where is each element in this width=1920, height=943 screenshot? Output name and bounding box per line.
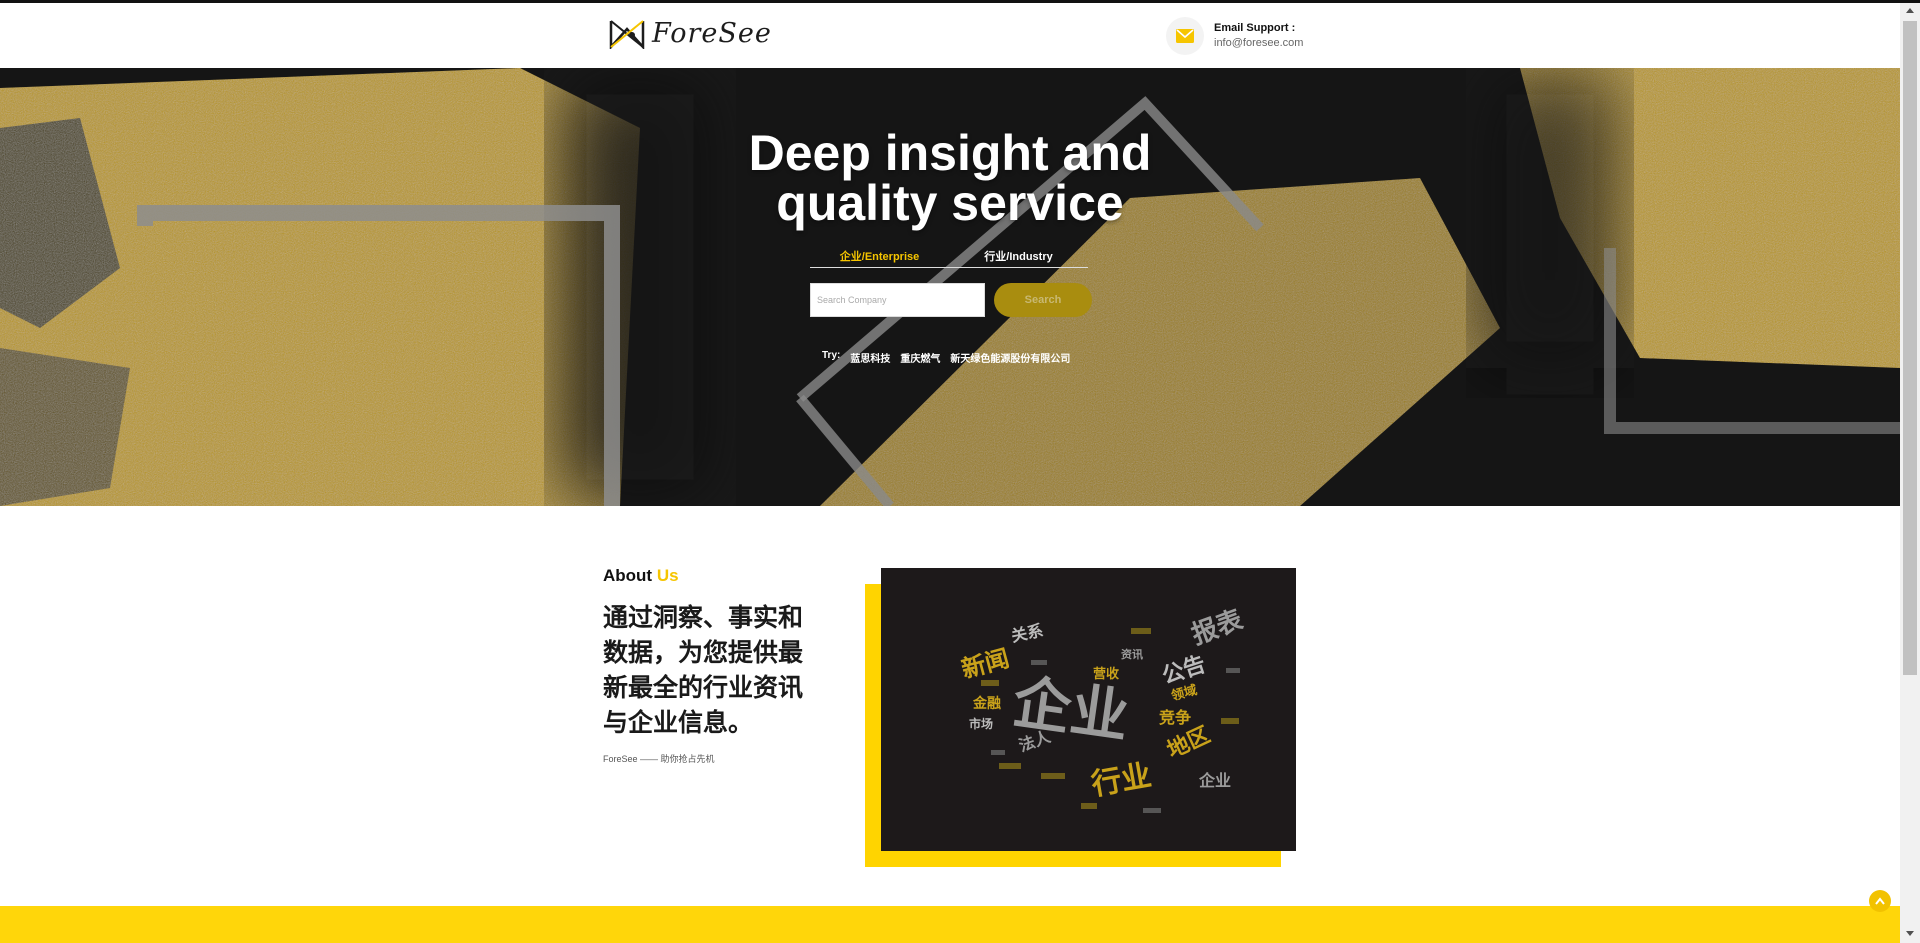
page: ForeSee Email Support : info@foresee.com: [0, 0, 1920, 943]
mail-icon-circle: [1166, 17, 1204, 55]
email-support-address[interactable]: info@foresee.com: [1214, 36, 1303, 51]
cloud-word: 竞争: [1159, 708, 1191, 727]
scroll-down-arrow-icon[interactable]: [1904, 927, 1916, 939]
page-scrollbar[interactable]: [1900, 3, 1920, 943]
cloud-word: 企业: [1198, 771, 1231, 790]
search-button[interactable]: Search: [994, 283, 1092, 317]
hero-title-line-1: Deep insight and: [748, 125, 1152, 181]
about-heading-accent: Us: [656, 566, 679, 585]
about-subline: ForeSee —— 助你抢占先机: [603, 754, 715, 764]
scrollbar-thumb[interactable]: [1903, 21, 1917, 675]
brand-name: ForeSee: [652, 17, 772, 49]
foresee-logo-icon: [609, 20, 645, 49]
cloud-word: 资讯: [1121, 647, 1143, 661]
tab-enterprise[interactable]: 企业/Enterprise: [810, 248, 949, 267]
hero-title: Deep insight and quality service: [650, 128, 1250, 228]
about-heading: About Us: [603, 566, 679, 586]
envelope-icon: [1176, 29, 1194, 43]
footer-yellow-band: [0, 906, 1900, 943]
brand-logo[interactable]: ForeSee: [608, 17, 772, 49]
company-search-input[interactable]: [810, 283, 985, 317]
cloud-word: 市场: [969, 716, 993, 731]
site-header: ForeSee Email Support : info@foresee.com: [0, 3, 1900, 68]
try-label: Try:: [822, 350, 841, 361]
try-link-xintian-green-energy[interactable]: 新天绿色能源股份有限公司: [950, 350, 1070, 365]
about-heading-main: About: [603, 566, 653, 585]
china-map-word-cloud: 企业 行业 新闻 报表 公告 地区 关系 竞争 法人 金融 市场 领域 营收 资…: [881, 568, 1296, 851]
search-type-tabs: 企业/Enterprise 行业/Industry: [810, 248, 1088, 268]
try-link-chongqing-gas[interactable]: 重庆燃气: [900, 350, 940, 365]
tab-industry[interactable]: 行业/Industry: [949, 248, 1088, 267]
about-section: About Us 通过洞察、事实和数据，为您提供最新最全的行业资讯与企业信息。 …: [0, 506, 1900, 906]
about-body-text: 通过洞察、事实和数据，为您提供最新最全的行业资讯与企业信息。: [603, 603, 804, 737]
chevron-up-icon: [1875, 897, 1885, 905]
cloud-word: 金融: [972, 695, 1001, 712]
hero-banner: Deep insight and quality service 企业/Ente…: [0, 68, 1900, 506]
email-support-label: Email Support :: [1214, 22, 1296, 34]
cloud-word: 营收: [1093, 666, 1120, 682]
word-cloud-image: 企业 行业 新闻 报表 公告 地区 关系 竞争 法人 金融 市场 领域 营收 资…: [881, 568, 1296, 851]
scroll-up-arrow-icon[interactable]: [1904, 5, 1916, 17]
back-to-top-button[interactable]: [1869, 890, 1891, 912]
hero-title-line-2: quality service: [776, 175, 1124, 231]
try-link-lens[interactable]: 蓝思科技: [850, 350, 890, 365]
try-suggestions: Try: 蓝思科技 重庆燃气 新天绿色能源股份有限公司: [822, 350, 1070, 365]
email-support: Email Support : info@foresee.com: [1166, 17, 1303, 55]
